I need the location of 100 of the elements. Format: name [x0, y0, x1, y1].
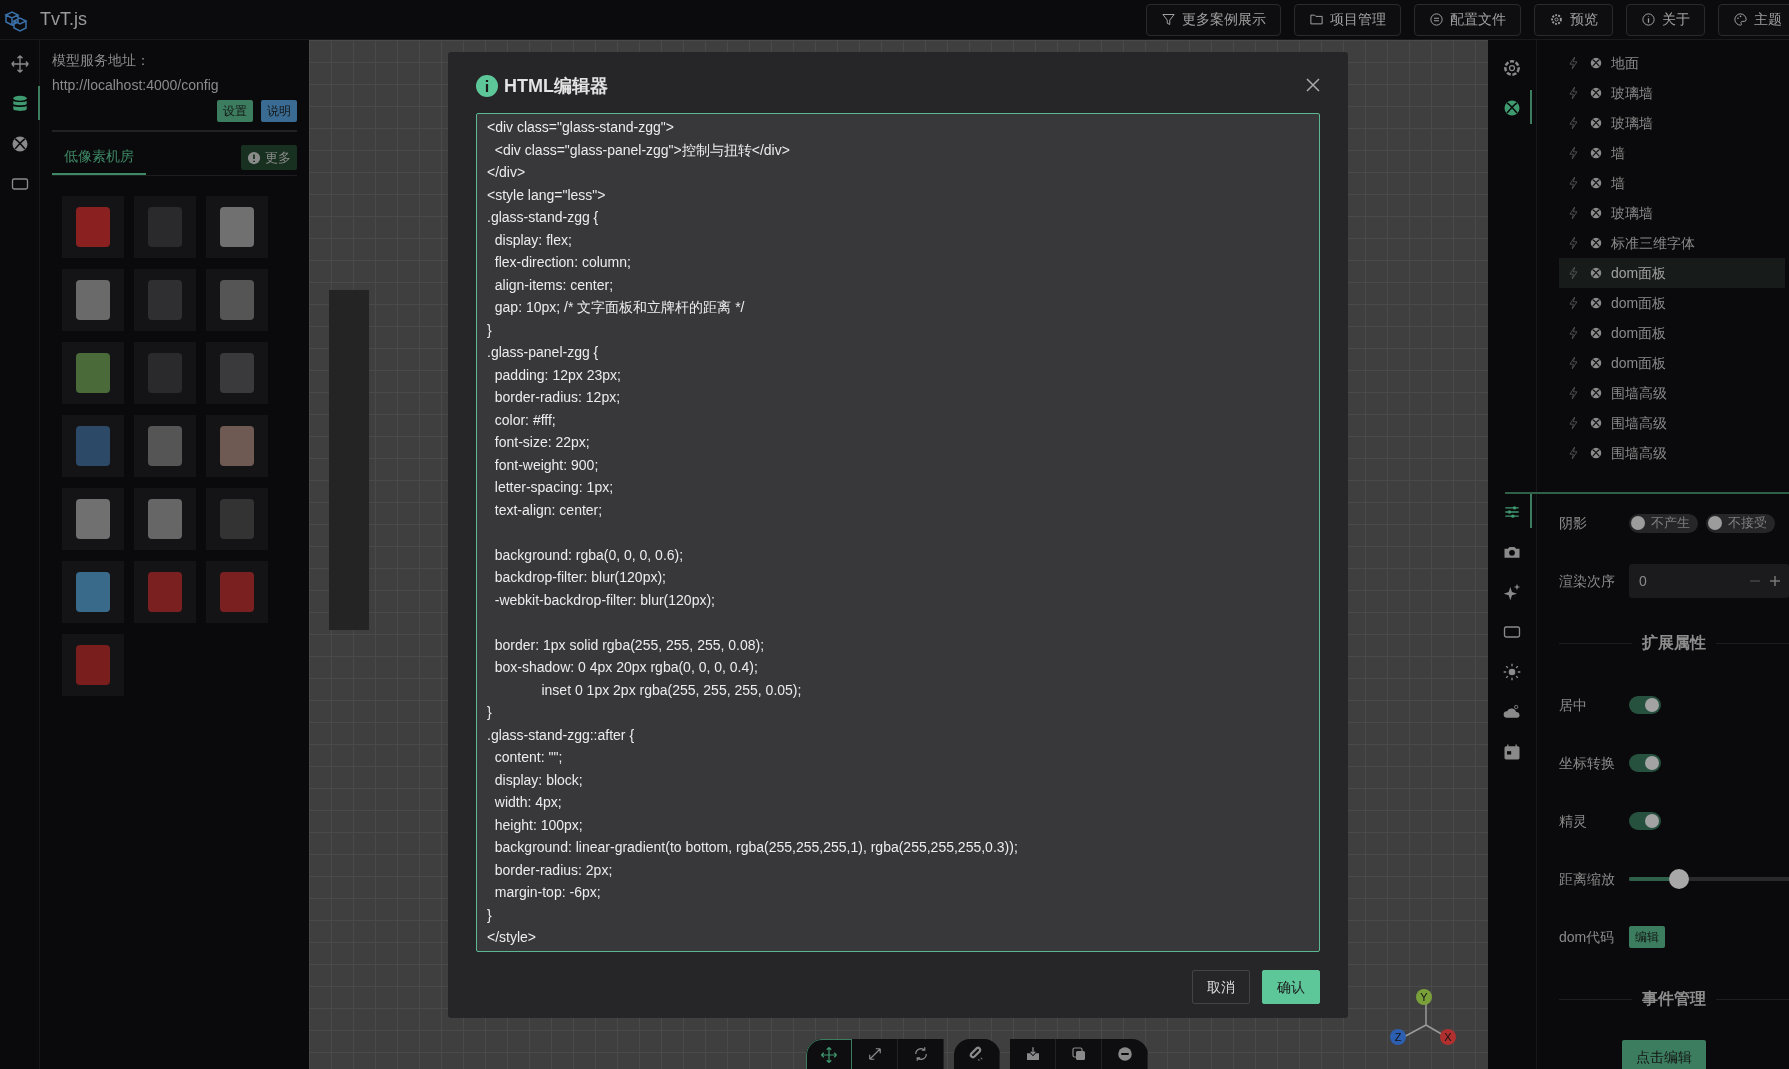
- more-button[interactable]: 更多: [241, 144, 297, 171]
- ball-icon: [1589, 176, 1603, 190]
- section-heading: 事件管理: [1642, 989, 1706, 1009]
- model-thumbnail[interactable]: [206, 415, 268, 477]
- minus-circle-icon[interactable]: [1115, 1045, 1134, 1063]
- model-thumbnail[interactable]: [134, 342, 196, 404]
- slider-thumb[interactable]: [1668, 869, 1689, 889]
- gear-icon: [1549, 12, 1564, 27]
- active-indicator: [37, 86, 40, 120]
- edit-button[interactable]: 编辑: [1629, 926, 1665, 948]
- ball-icon: [1589, 266, 1603, 280]
- info-icon: [1641, 12, 1656, 27]
- property-label: 坐标转换: [1559, 753, 1616, 773]
- property-label: 居中: [1559, 695, 1588, 715]
- ball-icon: [1589, 56, 1603, 70]
- copy-icon[interactable]: [1069, 1045, 1088, 1063]
- ball-icon: [1589, 296, 1603, 310]
- number-field[interactable]: 0: [1629, 564, 1789, 598]
- property-label: 渲染次序: [1559, 571, 1616, 591]
- model-thumbnail[interactable]: [62, 196, 124, 258]
- ball-icon: [1589, 416, 1603, 430]
- model-thumbnail[interactable]: [62, 561, 124, 623]
- scene-tree-item[interactable]: dom面板: [1559, 288, 1785, 318]
- ball-icon: [1589, 356, 1603, 370]
- lightning-icon: [1567, 386, 1581, 400]
- scene-tree-item[interactable]: dom面板: [1559, 348, 1785, 378]
- ball-icon: [1589, 446, 1603, 460]
- property-label: 距离缩放: [1559, 869, 1616, 889]
- funnel-icon: [1161, 12, 1176, 27]
- nav-button[interactable]: 预览: [1534, 3, 1613, 36]
- scene-tree-item[interactable]: 围墙高级: [1559, 408, 1785, 438]
- model-thumbnail[interactable]: [206, 342, 268, 404]
- model-thumbnail[interactable]: [206, 196, 268, 258]
- lightning-icon: [1567, 86, 1581, 100]
- calendar-icon[interactable]: [1502, 742, 1522, 762]
- lightning-icon: [1567, 236, 1581, 250]
- aperture-icon[interactable]: [1502, 58, 1522, 78]
- info-icon: [476, 75, 498, 97]
- lightning-icon: [1567, 356, 1581, 370]
- model-thumbnail[interactable]: [62, 488, 124, 550]
- scene-tree-item[interactable]: 玻璃墙: [1559, 108, 1785, 138]
- model-thumbnail[interactable]: [134, 488, 196, 550]
- panel-button[interactable]: 设置: [217, 100, 253, 122]
- scene-tree-item[interactable]: 标准三维字体: [1559, 228, 1785, 258]
- nav-button[interactable]: 项目管理: [1294, 3, 1401, 36]
- active-indicator: [1530, 90, 1532, 124]
- palette-icon: [1733, 12, 1748, 27]
- scene-tree-item[interactable]: 玻璃墙: [1559, 78, 1785, 108]
- ball-icon: [1589, 386, 1603, 400]
- model-thumbnail[interactable]: [134, 196, 196, 258]
- model-thumbnail[interactable]: [62, 634, 124, 696]
- toggle-switch[interactable]: [1629, 754, 1661, 772]
- category-tab[interactable]: 低像素机房: [52, 140, 146, 175]
- sun-icon[interactable]: [1502, 662, 1522, 682]
- folder-icon: [1309, 12, 1324, 27]
- shadow-toggle[interactable]: 不接受: [1706, 513, 1775, 533]
- scene-tree-item[interactable]: dom面板: [1559, 258, 1785, 288]
- model-thumbnail[interactable]: [134, 561, 196, 623]
- active-indicator: [1530, 494, 1532, 528]
- scene-tree-item[interactable]: dom面板: [1559, 318, 1785, 348]
- info-icon: [247, 150, 261, 165]
- model-thumbnail[interactable]: [206, 561, 268, 623]
- toggle-switch[interactable]: [1629, 696, 1661, 714]
- move-icon[interactable]: [9, 54, 30, 74]
- toggle-switch[interactable]: [1629, 812, 1661, 830]
- confirm-button[interactable]: 确认: [1262, 970, 1320, 1004]
- nav-button[interactable]: 主题: [1718, 3, 1789, 36]
- edit-events-button[interactable]: 点击编辑: [1622, 1039, 1706, 1069]
- scene-tree-item[interactable]: 墙: [1559, 168, 1785, 198]
- move-icon[interactable]: [820, 1045, 838, 1064]
- ball-icon: [1589, 236, 1603, 250]
- model-thumbnail[interactable]: [62, 269, 124, 331]
- cancel-button[interactable]: 取消: [1192, 970, 1250, 1004]
- ball-icon[interactable]: [1502, 98, 1522, 118]
- scene-tree-item[interactable]: 玻璃墙: [1559, 198, 1785, 228]
- lightning-icon: [1567, 326, 1581, 340]
- lightning-icon: [1567, 266, 1581, 280]
- lightning-icon: [1567, 116, 1581, 130]
- model-thumbnail[interactable]: [206, 269, 268, 331]
- axis-gizmo[interactable]: Y Z X: [1388, 985, 1468, 1055]
- sparkle-icon[interactable]: [1502, 582, 1522, 602]
- nav-button[interactable]: 配置文件: [1414, 3, 1521, 36]
- nav-button[interactable]: 关于: [1626, 3, 1705, 36]
- property-label: 阴影: [1559, 513, 1588, 533]
- lightning-icon: [1567, 206, 1581, 220]
- model-thumbnail[interactable]: [206, 488, 268, 550]
- scene-tree-item[interactable]: 围墙高级: [1559, 438, 1785, 468]
- scene-tree-item[interactable]: 墙: [1559, 138, 1785, 168]
- scene-tree-item[interactable]: 地面: [1559, 48, 1785, 78]
- model-thumbnail[interactable]: [62, 342, 124, 404]
- scene-tree-item[interactable]: 围墙高级: [1559, 378, 1785, 408]
- plus-icon[interactable]: [1769, 575, 1781, 587]
- model-thumbnail[interactable]: [62, 415, 124, 477]
- code-editor-field[interactable]: <div class="glass-stand-zgg"> <div class="glass-panel-zgg">控制与扭转</div> </div> <style lang="less"> .glass-stand-zgg { display: flex; flex-direction: column; align-items: center; gap: 10px; /* 文字面板和立牌杆的距离 */ } .glass-panel-zgg { padding: 12px 23px; border-radius: 12px; color: #fff; font-size: 22px; font-weight: 900; letter-spacing: 1px; text-align: center; background: rgba(0, 0, 0, 0.6); backdrop-filter: blur(120px); -webkit-backdrop-filter: blur(120px); border: 1px solid rgba(255, 255, 255, 0.08); box-shadow: 0 4px 20px rgba(0, 0, 0, 0.4); inset 0 1px 2px rgba(255, 255, 255, 0.05); } .glass-stand-zgg::after { content: ""; display: block; width: 4px; height: 100px; background: linear-gradient(to bottom, rgba(255,255,255,1), rgba(255,255,255,0.3)); border-radius: 2px; margin-top: -6px; } </style>: [476, 113, 1320, 952]
- model-thumbnail[interactable]: [134, 269, 196, 331]
- nav-button[interactable]: 更多案例展示: [1146, 3, 1281, 36]
- model-thumbnail[interactable]: [134, 415, 196, 477]
- lightning-icon: [1567, 56, 1581, 70]
- shadow-toggle[interactable]: 不产生: [1629, 513, 1698, 533]
- panel-button[interactable]: 说明: [261, 100, 297, 122]
